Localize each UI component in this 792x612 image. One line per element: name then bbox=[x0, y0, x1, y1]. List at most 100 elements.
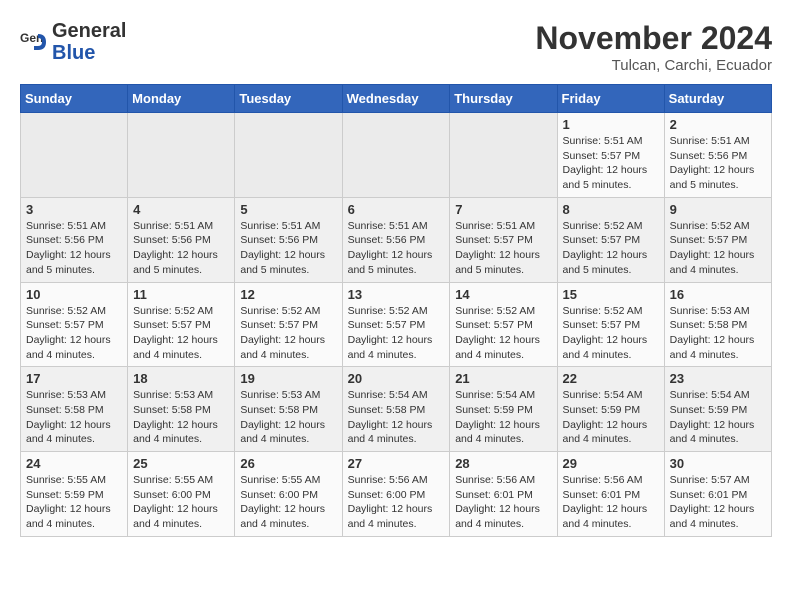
month-title: November 2024 bbox=[535, 20, 772, 57]
day-number: 22 bbox=[563, 371, 659, 386]
calendar-cell-empty bbox=[450, 113, 557, 198]
day-number: 11 bbox=[133, 287, 229, 302]
calendar-cell-4: 4 Sunrise: 5:51 AMSunset: 5:56 PMDaylight… bbox=[128, 197, 235, 282]
day-info: Sunrise: 5:57 AMSunset: 6:01 PMDaylight:… bbox=[670, 473, 766, 532]
calendar-cell-24: 24 Sunrise: 5:55 AMSunset: 5:59 PMDayligh… bbox=[21, 452, 128, 537]
header-friday: Friday bbox=[557, 85, 664, 113]
day-number: 23 bbox=[670, 371, 766, 386]
week-row-1: 1 Sunrise: 5:51 AMSunset: 5:57 PMDaylight… bbox=[21, 113, 772, 198]
calendar-header-row: SundayMondayTuesdayWednesdayThursdayFrid… bbox=[21, 85, 772, 113]
day-info: Sunrise: 5:53 AMSunset: 5:58 PMDaylight:… bbox=[133, 388, 229, 447]
day-number: 6 bbox=[348, 202, 445, 217]
day-info: Sunrise: 5:54 AMSunset: 5:58 PMDaylight:… bbox=[348, 388, 445, 447]
day-number: 20 bbox=[348, 371, 445, 386]
day-number: 9 bbox=[670, 202, 766, 217]
calendar-cell-17: 17 Sunrise: 5:53 AMSunset: 5:58 PMDayligh… bbox=[21, 367, 128, 452]
day-info: Sunrise: 5:52 AMSunset: 5:57 PMDaylight:… bbox=[26, 304, 122, 363]
day-info: Sunrise: 5:54 AMSunset: 5:59 PMDaylight:… bbox=[455, 388, 551, 447]
day-info: Sunrise: 5:51 AMSunset: 5:56 PMDaylight:… bbox=[240, 219, 336, 278]
day-info: Sunrise: 5:51 AMSunset: 5:56 PMDaylight:… bbox=[670, 134, 766, 193]
header-monday: Monday bbox=[128, 85, 235, 113]
day-number: 5 bbox=[240, 202, 336, 217]
calendar-cell-10: 10 Sunrise: 5:52 AMSunset: 5:57 PMDayligh… bbox=[21, 282, 128, 367]
day-info: Sunrise: 5:53 AMSunset: 5:58 PMDaylight:… bbox=[240, 388, 336, 447]
day-info: Sunrise: 5:52 AMSunset: 5:57 PMDaylight:… bbox=[455, 304, 551, 363]
calendar-cell-23: 23 Sunrise: 5:54 AMSunset: 5:59 PMDayligh… bbox=[664, 367, 771, 452]
header-thursday: Thursday bbox=[450, 85, 557, 113]
day-number: 17 bbox=[26, 371, 122, 386]
day-number: 7 bbox=[455, 202, 551, 217]
calendar-cell-16: 16Sunrise: 5:53 AMSunset: 5:58 PMDayligh… bbox=[664, 282, 771, 367]
calendar-cell-22: 22 Sunrise: 5:54 AMSunset: 5:59 PMDayligh… bbox=[557, 367, 664, 452]
week-row-3: 10 Sunrise: 5:52 AMSunset: 5:57 PMDayligh… bbox=[21, 282, 772, 367]
day-number: 4 bbox=[133, 202, 229, 217]
calendar-cell-7: 7 Sunrise: 5:51 AMSunset: 5:57 PMDaylight… bbox=[450, 197, 557, 282]
logo-blue-text: Blue bbox=[52, 42, 95, 64]
header-tuesday: Tuesday bbox=[235, 85, 342, 113]
location: Tulcan, Carchi, Ecuador bbox=[535, 57, 772, 74]
title-block: November 2024 Tulcan, Carchi, Ecuador bbox=[535, 20, 772, 74]
day-number: 16 bbox=[670, 287, 766, 302]
calendar-cell-28: 28Sunrise: 5:56 AMSunset: 6:01 PMDayligh… bbox=[450, 452, 557, 537]
day-number: 24 bbox=[26, 456, 122, 471]
calendar-cell-18: 18 Sunrise: 5:53 AMSunset: 5:58 PMDayligh… bbox=[128, 367, 235, 452]
day-info: Sunrise: 5:52 AMSunset: 5:57 PMDaylight:… bbox=[240, 304, 336, 363]
day-number: 2 bbox=[670, 117, 766, 132]
day-number: 13 bbox=[348, 287, 445, 302]
day-number: 10 bbox=[26, 287, 122, 302]
day-info: Sunrise: 5:51 AMSunset: 5:57 PMDaylight:… bbox=[455, 219, 551, 278]
calendar-cell-11: 11 Sunrise: 5:52 AMSunset: 5:57 PMDayligh… bbox=[128, 282, 235, 367]
calendar-cell-29: 29Sunrise: 5:56 AMSunset: 6:01 PMDayligh… bbox=[557, 452, 664, 537]
calendar-cell-2: 2 Sunrise: 5:51 AMSunset: 5:56 PMDaylight… bbox=[664, 113, 771, 198]
calendar-cell-empty bbox=[128, 113, 235, 198]
day-number: 14 bbox=[455, 287, 551, 302]
day-number: 3 bbox=[26, 202, 122, 217]
day-info: Sunrise: 5:54 AMSunset: 5:59 PMDaylight:… bbox=[670, 388, 766, 447]
day-info: Sunrise: 5:52 AMSunset: 5:57 PMDaylight:… bbox=[563, 219, 659, 278]
day-number: 21 bbox=[455, 371, 551, 386]
day-number: 28 bbox=[455, 456, 551, 471]
logo-icon: Gen bbox=[20, 28, 48, 56]
calendar-cell-13: 13 Sunrise: 5:52 AMSunset: 5:57 PMDayligh… bbox=[342, 282, 450, 367]
day-number: 1 bbox=[563, 117, 659, 132]
calendar-cell-20: 20 Sunrise: 5:54 AMSunset: 5:58 PMDayligh… bbox=[342, 367, 450, 452]
day-number: 8 bbox=[563, 202, 659, 217]
page-header: Gen General Blue November 2024 Tulcan, C… bbox=[20, 20, 772, 74]
day-info: Sunrise: 5:54 AMSunset: 5:59 PMDaylight:… bbox=[563, 388, 659, 447]
calendar-cell-27: 27 Sunrise: 5:56 AMSunset: 6:00 PMDayligh… bbox=[342, 452, 450, 537]
day-info: Sunrise: 5:53 AMSunset: 5:58 PMDaylight:… bbox=[26, 388, 122, 447]
day-number: 27 bbox=[348, 456, 445, 471]
day-info: Sunrise: 5:56 AMSunset: 6:00 PMDaylight:… bbox=[348, 473, 445, 532]
calendar-cell-3: 3Sunrise: 5:51 AMSunset: 5:56 PMDaylight… bbox=[21, 197, 128, 282]
calendar-cell-8: 8 Sunrise: 5:52 AMSunset: 5:57 PMDaylight… bbox=[557, 197, 664, 282]
calendar-cell-21: 21 Sunrise: 5:54 AMSunset: 5:59 PMDayligh… bbox=[450, 367, 557, 452]
calendar-cell-5: 5 Sunrise: 5:51 AMSunset: 5:56 PMDaylight… bbox=[235, 197, 342, 282]
logo-general-text: General bbox=[52, 20, 126, 42]
day-info: Sunrise: 5:52 AMSunset: 5:57 PMDaylight:… bbox=[133, 304, 229, 363]
calendar-cell-25: 25 Sunrise: 5:55 AMSunset: 6:00 PMDayligh… bbox=[128, 452, 235, 537]
day-info: Sunrise: 5:52 AMSunset: 5:57 PMDaylight:… bbox=[348, 304, 445, 363]
day-info: Sunrise: 5:55 AMSunset: 6:00 PMDaylight:… bbox=[133, 473, 229, 532]
calendar-cell-empty bbox=[235, 113, 342, 198]
week-row-4: 17 Sunrise: 5:53 AMSunset: 5:58 PMDayligh… bbox=[21, 367, 772, 452]
day-number: 30 bbox=[670, 456, 766, 471]
day-info: Sunrise: 5:51 AMSunset: 5:57 PMDaylight:… bbox=[563, 134, 659, 193]
day-number: 18 bbox=[133, 371, 229, 386]
calendar-cell-9: 9 Sunrise: 5:52 AMSunset: 5:57 PMDaylight… bbox=[664, 197, 771, 282]
calendar-cell-26: 26Sunrise: 5:55 AMSunset: 6:00 PMDayligh… bbox=[235, 452, 342, 537]
week-row-2: 3 Sunrise: 5:51 AMSunset: 5:56 PMDaylight… bbox=[21, 197, 772, 282]
day-info: Sunrise: 5:51 AMSunset: 5:56 PMDaylight:… bbox=[133, 219, 229, 278]
day-info: Sunrise: 5:52 AMSunset: 5:57 PMDaylight:… bbox=[670, 219, 766, 278]
day-number: 29 bbox=[563, 456, 659, 471]
header-saturday: Saturday bbox=[664, 85, 771, 113]
day-info: Sunrise: 5:55 AMSunset: 5:59 PMDaylight:… bbox=[26, 473, 122, 532]
calendar-cell-15: 15Sunrise: 5:52 AMSunset: 5:57 PMDayligh… bbox=[557, 282, 664, 367]
calendar-cell-empty bbox=[342, 113, 450, 198]
calendar-cell-6: 6Sunrise: 5:51 AMSunset: 5:56 PMDaylight… bbox=[342, 197, 450, 282]
calendar-cell-empty bbox=[21, 113, 128, 198]
calendar-cell-12: 12 Sunrise: 5:52 AMSunset: 5:57 PMDayligh… bbox=[235, 282, 342, 367]
logo: Gen General Blue bbox=[20, 20, 126, 64]
calendar-cell-1: 1 Sunrise: 5:51 AMSunset: 5:57 PMDaylight… bbox=[557, 113, 664, 198]
day-number: 12 bbox=[240, 287, 336, 302]
day-number: 25 bbox=[133, 456, 229, 471]
